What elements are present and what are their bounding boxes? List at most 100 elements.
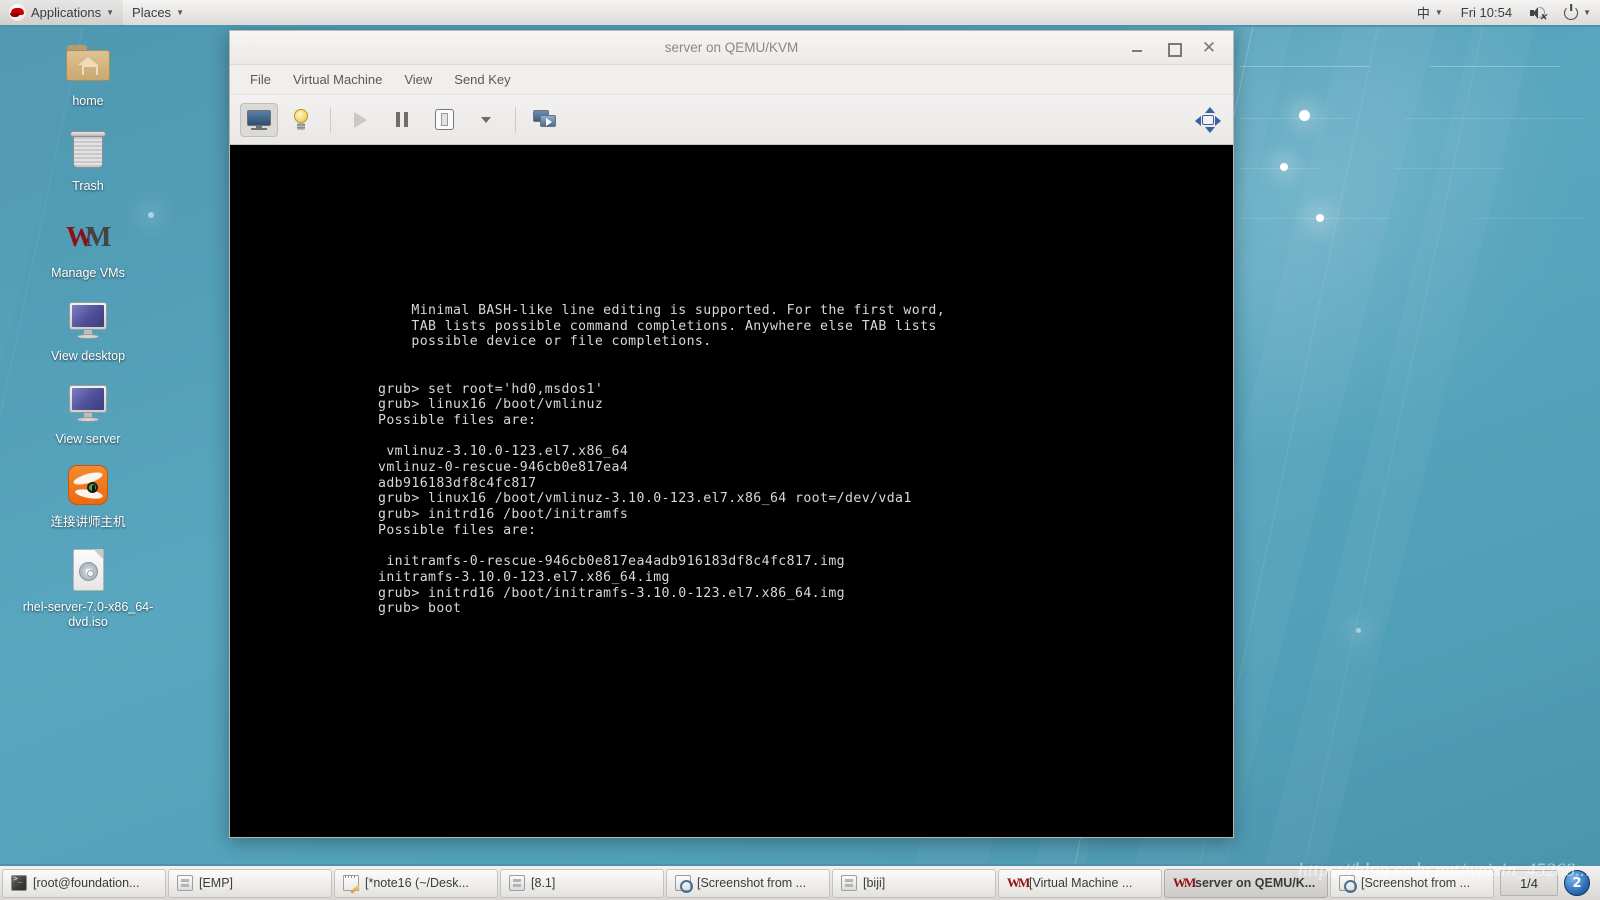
taskbar-item-label: [root@foundation... [33, 876, 140, 890]
console-view-button[interactable] [240, 102, 278, 137]
close-icon[interactable]: ✕ [1201, 39, 1217, 56]
menu-file[interactable]: File [240, 68, 281, 91]
desktop-icon-manage-vms[interactable]: WM Manage VMs [18, 212, 158, 281]
pause-icon [396, 112, 408, 127]
taskbar-item-label: [Screenshot from ... [1361, 876, 1471, 890]
file-icon [177, 875, 193, 891]
desktop-icon-rhel-iso[interactable]: rhel-server-7.0-x86_64-dvd.iso [18, 546, 158, 630]
screenshot-icon [1339, 875, 1357, 893]
desktop-icon-label: home [72, 94, 104, 108]
taskbar-item-virtual-machine-manager[interactable]: WM [Virtual Machine ... [998, 868, 1162, 898]
details-view-button[interactable] [282, 103, 320, 137]
desktop-icon-view-server[interactable]: View server [18, 378, 158, 447]
window-toolbar [230, 95, 1233, 145]
taskbar-item-screenshot-1[interactable]: [Screenshot from ... [666, 868, 830, 898]
chevron-down-icon [481, 116, 491, 123]
screenshot-icon [675, 875, 693, 893]
desktop-icon-label: View server [55, 432, 121, 446]
shutdown-menu-button[interactable] [467, 103, 505, 137]
window-title: server on QEMU/KVM [664, 40, 799, 55]
window-menubar: File Virtual Machine View Send Key [230, 65, 1233, 95]
virt-manager-icon: WM [1007, 875, 1030, 890]
terminal-icon [11, 874, 27, 891]
redhat-logo-icon [9, 4, 26, 21]
monitor-icon [64, 295, 112, 343]
menu-send-key[interactable]: Send Key [444, 68, 520, 91]
applications-menu-label: Applications [31, 5, 102, 20]
file-icon [509, 875, 525, 891]
file-icon [841, 875, 857, 891]
taskbar-item-label: [EMP] [199, 876, 234, 890]
clock-label: Fri 10:54 [1460, 5, 1513, 20]
play-icon [353, 111, 367, 128]
virt-manager-icon: WM [1173, 875, 1196, 890]
grub-console-output: Minimal BASH-like line editing is suppor… [378, 303, 946, 617]
desktop-icon-label: View desktop [50, 349, 126, 363]
ime-label: 中 [1416, 7, 1430, 22]
fit-to-screen-icon[interactable] [1195, 106, 1221, 133]
minimize-icon[interactable] [1129, 40, 1145, 56]
taskbar-item-label: server on QEMU/K... [1195, 876, 1316, 890]
maximize-icon[interactable] [1165, 40, 1182, 57]
snapshots-button[interactable] [526, 103, 564, 137]
monitor-icon [64, 378, 112, 426]
desktop-icon-connect-instructor-host[interactable]: 连接讲师主机 [18, 461, 158, 530]
desktop-icon-view-desktop[interactable]: View desktop [18, 295, 158, 364]
desktop-icon-label: Trash [72, 179, 104, 193]
desktop-icon-home[interactable]: home [18, 40, 158, 109]
power-icon [1564, 5, 1579, 20]
chevron-down-icon: ▼ [1434, 7, 1443, 17]
desktop-icon-grid: home Trash WM Manage VMs View desktop Vi… [18, 40, 158, 639]
taskbar-item-emp[interactable]: [EMP] [168, 868, 332, 898]
volume-indicator[interactable]: ✕ [1521, 0, 1555, 25]
pause-button[interactable] [383, 103, 421, 137]
panel-status-area: 中 ▼ Fri 10:54 ✕ ▼ [1408, 0, 1600, 25]
home-folder-icon [64, 40, 112, 88]
menu-view[interactable]: View [394, 68, 442, 91]
chevron-down-icon: ▼ [106, 7, 115, 17]
shutdown-icon [434, 109, 454, 130]
desktop-icon-label: 连接讲师主机 [50, 515, 126, 529]
taskbar-item-label: [biji] [863, 876, 886, 890]
run-button[interactable] [341, 103, 379, 137]
taskbar-item-81[interactable]: [8.1] [500, 868, 664, 898]
taskbar-item-biji[interactable]: [biji] [832, 868, 996, 898]
lightbulb-icon [292, 108, 310, 131]
taskbar-item-terminal[interactable]: [root@foundation... [2, 868, 166, 898]
taskbar-item-note16[interactable]: [*note16 (~/Desk... [334, 868, 498, 898]
toolbar-separator [515, 106, 516, 133]
input-method-indicator[interactable]: 中 ▼ [1408, 0, 1452, 25]
monitor-icon [247, 109, 271, 130]
workspace-indicator-label: 1/4 [1519, 875, 1539, 891]
screens-icon [533, 109, 557, 130]
menu-virtual-machine[interactable]: Virtual Machine [283, 68, 392, 91]
taskbar-item-label: [Screenshot from ... [697, 876, 807, 890]
shutdown-button[interactable] [425, 103, 463, 137]
workspace-switcher[interactable]: 1/4 [1500, 870, 1558, 896]
toolbar-separator [330, 106, 331, 133]
clock[interactable]: Fri 10:54 [1452, 0, 1521, 25]
trash-icon [64, 125, 112, 173]
chevron-down-icon: ▼ [1583, 7, 1591, 17]
places-menu[interactable]: Places ▼ [123, 0, 193, 25]
vm-console-screen[interactable]: Minimal BASH-like line editing is suppor… [230, 145, 1233, 837]
tray-icon[interactable]: 2 [1564, 870, 1590, 896]
taskbar-item-label: [Virtual Machine ... [1029, 876, 1133, 890]
window-controls: ✕ [1129, 31, 1227, 65]
window-list-taskbar: [root@foundation... [EMP] [*note16 (~/De… [0, 864, 1600, 900]
desktop-icon-trash[interactable]: Trash [18, 125, 158, 194]
top-panel: Applications ▼ Places ▼ 中 ▼ Fri 10:54 ✕ … [0, 0, 1600, 27]
taskbar-item-label: [*note16 (~/Desk... [365, 876, 469, 890]
taskbar-item-server-on-qemu-kvm[interactable]: WM server on QEMU/K... [1164, 868, 1328, 898]
system-menu[interactable]: ▼ [1555, 0, 1600, 25]
places-menu-label: Places [132, 5, 172, 20]
desktop-icon-label: Manage VMs [51, 266, 125, 280]
iso-disc-icon [64, 546, 112, 594]
applications-menu[interactable]: Applications ▼ [0, 0, 124, 25]
taskbar-item-screenshot-2[interactable]: [Screenshot from ... [1330, 868, 1494, 898]
notepad-icon [343, 875, 359, 891]
window-titlebar[interactable]: server on QEMU/KVM ✕ [230, 31, 1233, 65]
desktop-icon-label: rhel-server-7.0-x86_64-dvd.iso [22, 600, 154, 629]
speaker-muted-icon: ✕ [1530, 6, 1547, 21]
tigervnc-icon [64, 461, 112, 509]
